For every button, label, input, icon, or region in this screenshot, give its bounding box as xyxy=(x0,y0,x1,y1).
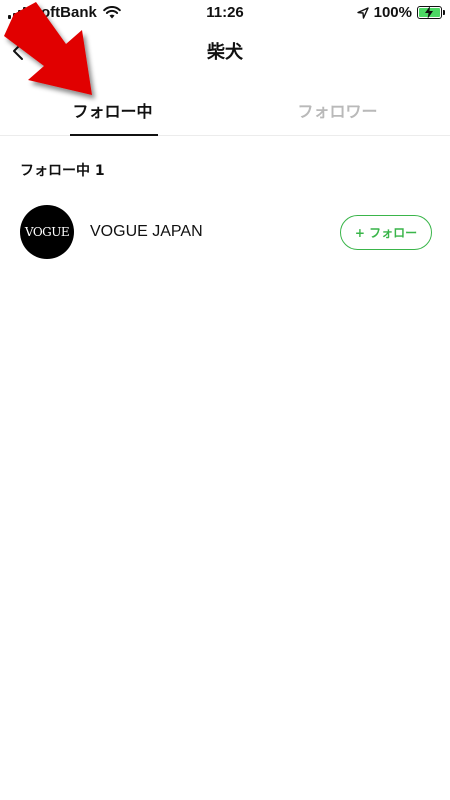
follow-button[interactable]: + フォロー xyxy=(340,215,432,250)
list-item[interactable]: VOGUE VOGUE JAPAN + フォロー xyxy=(20,205,432,261)
screen: SoftBank 11:26 100% 柴犬 フォロー中 フォロワー フォロー中… xyxy=(0,0,450,800)
charging-bolt-icon xyxy=(425,6,433,19)
avatar[interactable]: VOGUE xyxy=(20,205,74,259)
status-right: 100% xyxy=(356,4,445,21)
section-heading: フォロー中 1 xyxy=(20,163,105,179)
tab-followers[interactable]: フォロワー xyxy=(225,86,450,135)
account-name[interactable]: VOGUE JAPAN xyxy=(90,223,203,241)
battery-icon xyxy=(417,6,445,19)
red-arrow-annotation xyxy=(4,2,92,95)
location-icon xyxy=(356,6,369,19)
battery-percent: 100% xyxy=(373,4,412,21)
avatar-logo: VOGUE xyxy=(24,225,70,239)
